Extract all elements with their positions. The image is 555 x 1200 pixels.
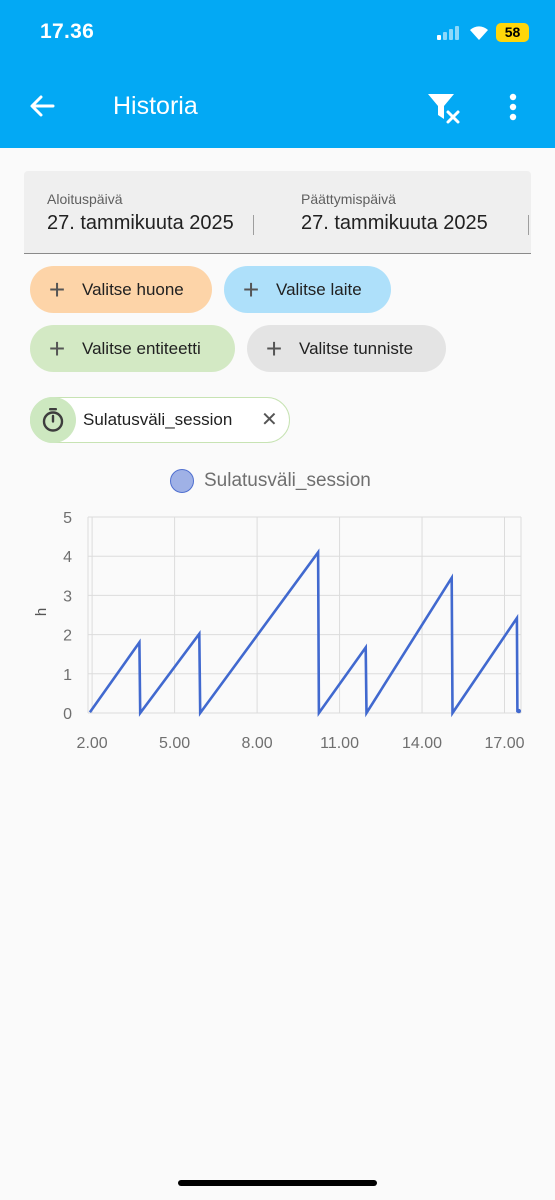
select-room-label: Valitse huone — [82, 279, 184, 299]
y-tick-label: 4 — [63, 549, 72, 566]
more-vert-icon — [509, 93, 517, 121]
filter-remove-icon — [428, 94, 460, 124]
plus-icon: + — [48, 274, 66, 305]
page-title: Historia — [113, 92, 198, 120]
x-tick-label: 17.00 — [484, 735, 524, 752]
x-tick-label: 14.00 — [402, 735, 442, 752]
x-tick-label: 8.00 — [242, 735, 273, 752]
date-range-picker[interactable]: Aloituspäivä 27. tammikuuta 2025 Päättym… — [24, 171, 531, 254]
select-entity-chip[interactable]: + Valitse entiteetti — [30, 325, 235, 372]
y-axis-label: h — [33, 608, 50, 616]
cellular-signal-icon — [437, 26, 461, 40]
y-tick-label: 0 — [63, 706, 72, 723]
select-device-chip[interactable]: + Valitse laite — [224, 266, 391, 313]
end-date-field[interactable]: Päättymispäivä 27. tammikuuta 2025 — [277, 171, 531, 254]
y-tick-label: 1 — [63, 667, 72, 684]
legend-label: Sulatusväli_session — [204, 470, 371, 491]
end-date-value: 27. tammikuuta 2025 — [301, 212, 488, 234]
selected-entity-label: Sulatusväli_session — [83, 410, 233, 429]
timer-icon — [30, 397, 76, 443]
start-date-field[interactable]: Aloituspäivä 27. tammikuuta 2025 — [24, 171, 277, 254]
start-date-value: 27. tammikuuta 2025 — [47, 212, 234, 234]
chart-legend[interactable]: Sulatusväli_session — [170, 468, 371, 494]
series-line — [88, 548, 519, 718]
plus-icon: + — [242, 274, 260, 305]
home-indicator — [178, 1180, 377, 1186]
series-end-point — [516, 708, 522, 714]
select-tag-label: Valitse tunniste — [299, 338, 414, 358]
x-tick-label: 11.00 — [320, 735, 359, 752]
y-tick-label: 2 — [63, 628, 72, 645]
app-bar: 17.36 58 Historia — [0, 0, 555, 148]
select-entity-label: Valitse entiteetti — [82, 338, 201, 358]
select-device-label: Valitse laite — [276, 279, 362, 299]
selected-entity-chip[interactable]: Sulatusväli_session ✕ — [30, 397, 290, 443]
remove-entity-close-icon[interactable]: ✕ — [261, 408, 278, 432]
select-room-chip[interactable]: + Valitse huone — [30, 266, 212, 313]
wifi-icon — [470, 26, 488, 40]
legend-dot — [170, 469, 194, 493]
end-date-label: Päättymispäivä — [301, 191, 396, 207]
status-time: 17.36 — [40, 20, 95, 43]
history-line-chart[interactable]: 0 1 2 3 4 5 2.00 5.00 8.00 11.00 14.00 17.00 h — [0, 500, 555, 760]
y-tick-label: 5 — [63, 510, 72, 527]
arrow-left-icon — [30, 95, 55, 117]
plus-icon: + — [48, 333, 66, 364]
text-cursor — [528, 215, 529, 235]
more-options-button[interactable] — [498, 88, 528, 126]
x-tick-label: 2.00 — [77, 735, 108, 752]
start-date-label: Aloituspäivä — [47, 191, 123, 207]
battery-indicator: 58 — [496, 23, 529, 42]
text-cursor — [253, 215, 254, 235]
clear-filter-button[interactable] — [424, 88, 462, 126]
x-tick-label: 5.00 — [159, 735, 190, 752]
y-tick-label: 3 — [63, 588, 72, 605]
plus-icon: + — [265, 333, 283, 364]
back-button[interactable] — [24, 86, 60, 126]
select-tag-chip[interactable]: + Valitse tunniste — [247, 325, 446, 372]
